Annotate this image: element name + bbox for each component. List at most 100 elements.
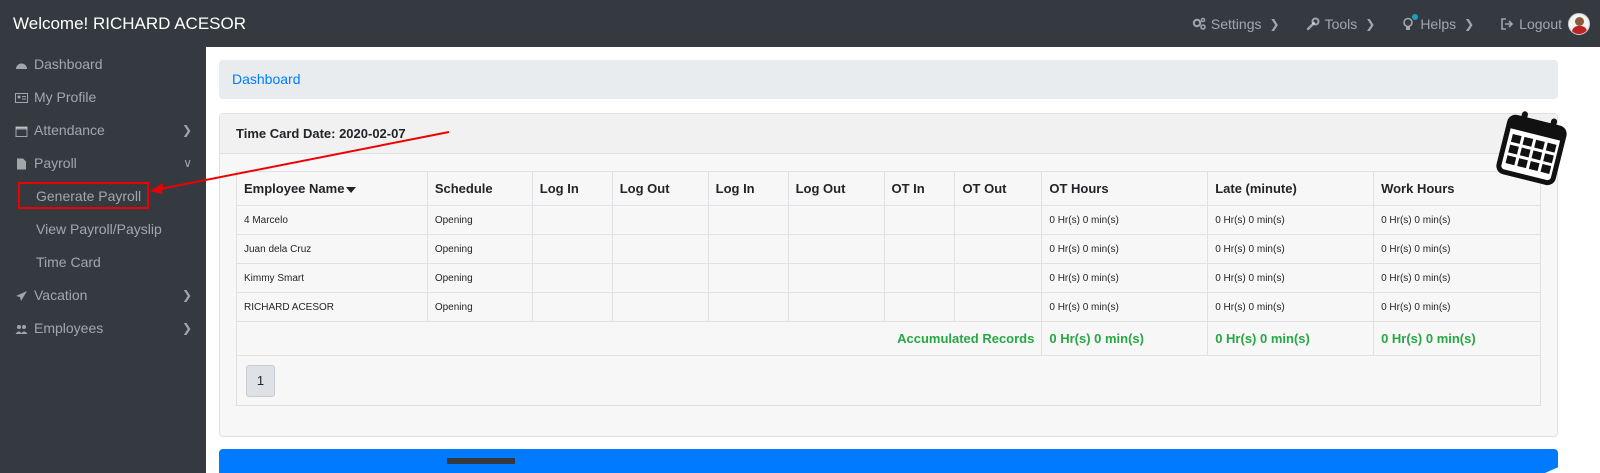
column-header: Log Out (787, 171, 885, 206)
time-card-header: Time Card Date: 2020-02-07 (220, 114, 1557, 154)
time-card-table: Employee Name Schedule Log In Log Out Lo… (235, 171, 1541, 356)
top-navbar: Welcome! RICHARD ACESOR Settings ❯ Tools… (0, 0, 1600, 47)
table-cell (787, 234, 885, 264)
settings-label: Settings (1210, 15, 1262, 32)
bottom-panel-header (219, 449, 1558, 473)
sidebar-item-employees[interactable]: Employees ❯ (0, 311, 206, 344)
accumulated-records-row: Accumulated Records 0 Hr(s) 0 min(s) 0 H… (235, 321, 1541, 356)
highlight-annotation-box (18, 182, 149, 209)
column-header: OT Hours (1041, 171, 1209, 206)
helps-label: Helps (1420, 15, 1457, 32)
table-cell: 0 Hr(s) 0 min(s) (1373, 292, 1541, 322)
column-header: Log Out (611, 171, 709, 206)
chevron-down-icon: ∨ (183, 155, 192, 170)
users-icon (15, 322, 28, 334)
chevron-right-icon: ❯ (181, 122, 192, 137)
tools-label: Tools (1324, 15, 1358, 32)
table-cell: 0 Hr(s) 0 min(s) (1041, 234, 1209, 264)
sidebar-subitem-view-payroll[interactable]: View Payroll/Payslip (0, 212, 206, 245)
top-nav: Settings ❯ Tools ❯ Helps ❯ Logout (1192, 0, 1600, 47)
table-cell: 0 Hr(s) 0 min(s) (1207, 263, 1375, 293)
table-cell (611, 234, 709, 264)
table-cell: 0 Hr(s) 0 min(s) (1041, 263, 1209, 293)
table-row: RICHARD ACESOR Opening 0 Hr(s) 0 min(s) 0 H… (236, 292, 1541, 322)
main-content: Dashboard Time Card Date: 2020-02-07 Emp… (206, 47, 1600, 473)
sidebar-item-payroll[interactable]: Payroll ∨ (0, 146, 206, 179)
table-cell (531, 234, 613, 264)
table-cell: 0 Hr(s) 0 min(s) (1041, 292, 1209, 322)
accumulated-records-label: Accumulated Records (235, 321, 1043, 356)
table-cell (883, 234, 956, 264)
tools-menu[interactable]: Tools ❯ (1306, 15, 1375, 32)
table-cell: 0 Hr(s) 0 min(s) (1373, 263, 1541, 293)
user-avatar[interactable] (1568, 12, 1590, 35)
lightbulb-icon (1401, 13, 1419, 31)
table-cell (883, 205, 956, 235)
table-cell: Opening (426, 205, 533, 235)
time-card-title: Time Card Date: 2020-02-07 (236, 126, 406, 141)
accumulated-ot-hours: 0 Hr(s) 0 min(s) (1041, 321, 1209, 356)
table-cell: 0 Hr(s) 0 min(s) (1373, 205, 1541, 235)
helps-menu[interactable]: Helps ❯ (1401, 13, 1475, 32)
dashboard-icon (15, 58, 28, 70)
table-cell: 0 Hr(s) 0 min(s) (1207, 205, 1375, 235)
accumulated-late: 0 Hr(s) 0 min(s) (1207, 321, 1375, 356)
table-cell (954, 292, 1043, 322)
table-cell (611, 205, 709, 235)
column-header: Log In (531, 171, 613, 206)
chevron-right-icon: ❯ (181, 287, 192, 302)
calendar-icon (15, 124, 28, 137)
table-cell: 0 Hr(s) 0 min(s) (1373, 234, 1541, 264)
settings-menu[interactable]: Settings ❯ (1192, 16, 1280, 32)
sidebar-item-label: My Profile (34, 88, 97, 105)
table-cell: 0 Hr(s) 0 min(s) (1041, 205, 1209, 235)
table-cell (707, 234, 789, 264)
sidebar-item-my-profile[interactable]: My Profile (0, 80, 206, 113)
breadcrumb: Dashboard (219, 60, 1558, 99)
sidebar-item-vacation[interactable]: Vacation ❯ (0, 278, 206, 311)
sidebar-item-dashboard[interactable]: Dashboard (0, 47, 206, 80)
table-cell: Opening (426, 263, 533, 293)
notification-dot (1412, 13, 1419, 20)
table-cell (707, 205, 789, 235)
table-cell (954, 263, 1043, 293)
column-header-employee-name[interactable]: Employee Name (236, 171, 428, 206)
table-row: Juan dela Cruz Opening 0 Hr(s) 0 min(s) 0 H… (236, 234, 1541, 264)
table-cell (707, 292, 789, 322)
bottom-panel-tab (447, 458, 515, 464)
employee-name-cell: Juan dela Cruz (236, 234, 428, 264)
column-header: Late (minute) (1207, 171, 1375, 206)
plane-icon (15, 289, 28, 301)
employee-name-cell: 4 Marcelo (236, 205, 428, 235)
table-row: 4 Marcelo Opening 0 Hr(s) 0 min(s) 0 Hr(s) … (236, 205, 1541, 235)
table-cell (531, 263, 613, 293)
table-cell (611, 263, 709, 293)
table-cell: 0 Hr(s) 0 min(s) (1207, 234, 1375, 264)
breadcrumb-dashboard-link[interactable]: Dashboard (232, 71, 301, 87)
sort-caret-icon (346, 186, 357, 193)
table-cell: Opening (426, 292, 533, 322)
sidebar-item-attendance[interactable]: Attendance ❯ (0, 113, 206, 146)
time-card-panel: Time Card Date: 2020-02-07 Employee Name… (219, 113, 1558, 437)
accumulated-work-hours: 0 Hr(s) 0 min(s) (1373, 321, 1541, 356)
table-cell (707, 263, 789, 293)
table-cell (787, 292, 885, 322)
calendar-icon (1496, 108, 1568, 193)
table-cell (611, 292, 709, 322)
table-cell (531, 292, 613, 322)
sidebar: Dashboard My Profile Attendance ❯ Payrol… (0, 47, 206, 473)
logout-menu[interactable]: Logout (1500, 12, 1590, 35)
column-header: OT Out (954, 171, 1043, 206)
table-row: Kimmy Smart Opening 0 Hr(s) 0 min(s) 0 Hr(s… (236, 263, 1541, 293)
pagination-page-1[interactable]: 1 (246, 365, 275, 397)
column-header: Log In (707, 171, 789, 206)
gears-icon (1192, 17, 1206, 31)
chevron-right-icon: ❯ (1464, 16, 1475, 31)
employee-name-cell: RICHARD ACESOR (236, 292, 428, 322)
chevron-right-icon: ❯ (181, 320, 192, 335)
sidebar-item-label: Attendance (34, 121, 105, 138)
sidebar-item-label: Vacation (34, 286, 88, 303)
sidebar-item-label: Dashboard (34, 55, 103, 72)
wrench-icon (1306, 17, 1320, 31)
sidebar-subitem-time-card[interactable]: Time Card (0, 245, 206, 278)
